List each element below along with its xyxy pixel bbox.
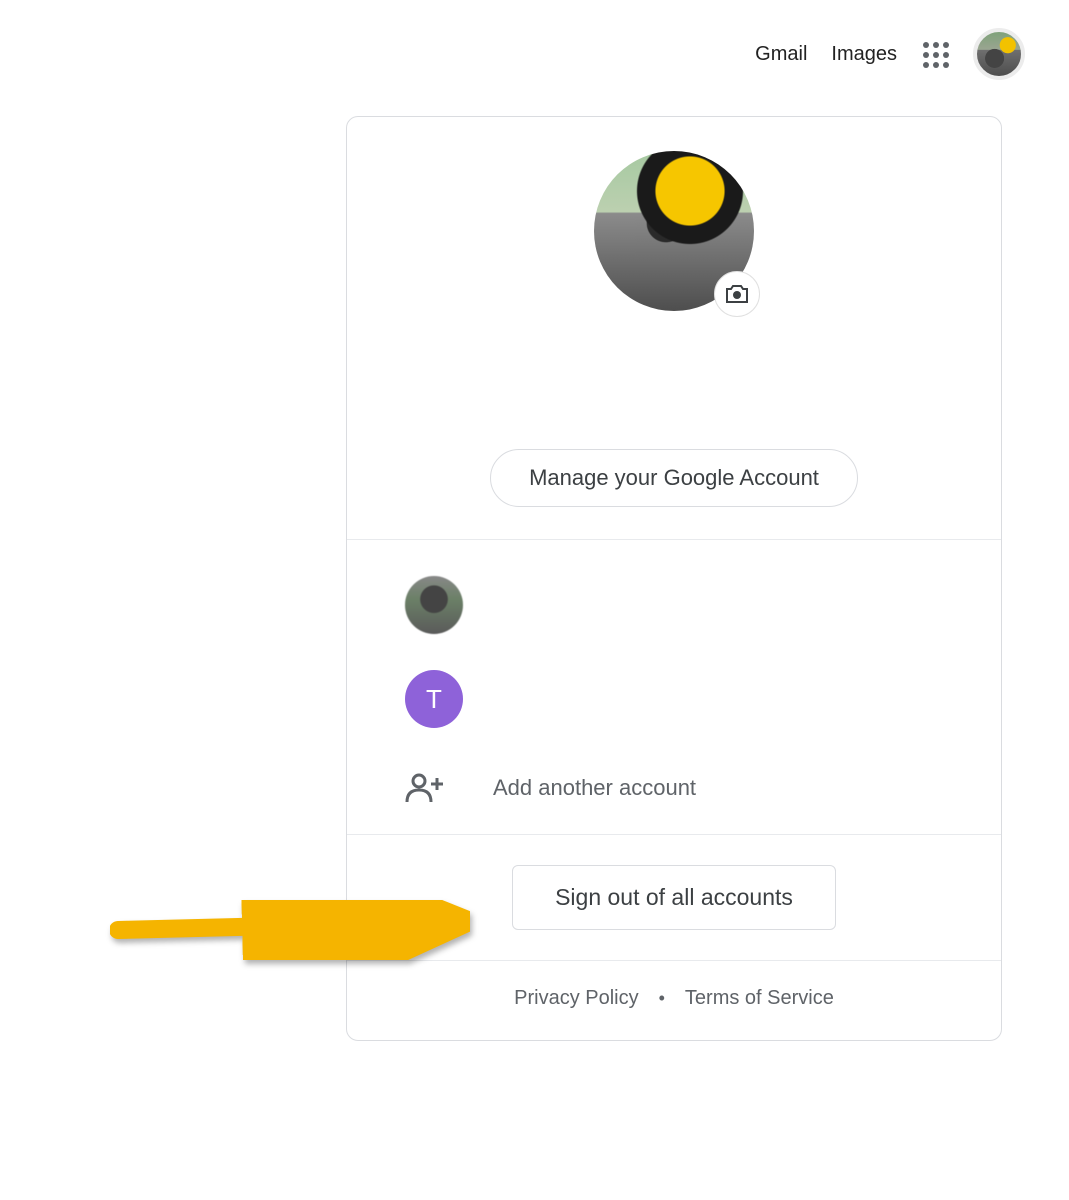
avatar-header[interactable] (973, 28, 1025, 80)
privacy-link[interactable]: Privacy Policy (514, 987, 638, 1010)
manage-account-button[interactable]: Manage your Google Account (490, 449, 858, 507)
add-account-button[interactable]: Add another account (347, 746, 1001, 834)
signout-section: Sign out of all accounts (347, 834, 1001, 960)
avatar-large-wrap (594, 151, 754, 311)
accounts-section: T Add another account (347, 539, 1001, 834)
account-popup: Manage your Google Account T Add another… (346, 116, 1002, 1041)
apps-grid-icon[interactable] (921, 40, 949, 68)
account-avatar (405, 576, 463, 634)
identity-section: Manage your Google Account (347, 117, 1001, 539)
separator-dot: • (659, 988, 665, 1009)
person-add-icon (405, 772, 445, 804)
change-photo-button[interactable] (714, 271, 760, 317)
images-link[interactable]: Images (831, 43, 897, 66)
camera-icon (725, 284, 749, 304)
account-row[interactable]: T (347, 652, 1001, 746)
footer-section: Privacy Policy • Terms of Service (347, 960, 1001, 1040)
account-row[interactable] (347, 558, 1001, 652)
gmail-link[interactable]: Gmail (755, 43, 807, 66)
sign-out-all-button[interactable]: Sign out of all accounts (512, 865, 836, 930)
account-avatar-letter: T (405, 670, 463, 728)
add-account-label: Add another account (493, 775, 696, 801)
header-right: Gmail Images (755, 28, 1025, 80)
terms-link[interactable]: Terms of Service (685, 987, 834, 1010)
